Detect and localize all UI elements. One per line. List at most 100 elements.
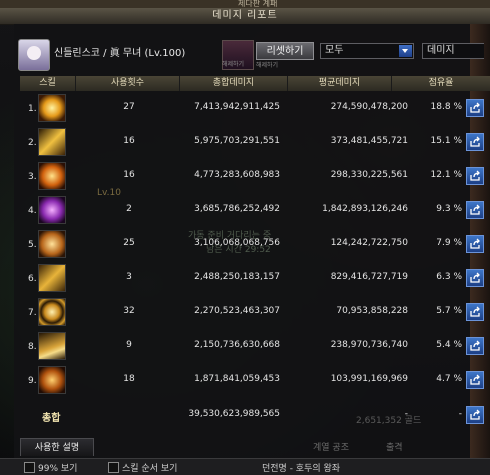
reset-button[interactable]: 리셋하기 <box>256 42 314 60</box>
background-button-2: 출격 <box>386 443 403 453</box>
emblem-left-label: 해제하기 <box>222 61 245 68</box>
row-share-button[interactable] <box>466 201 484 219</box>
total-share-button[interactable] <box>466 406 484 424</box>
row-total-damage: 2,488,250,183,157 <box>194 272 280 282</box>
row-total-damage: 5,975,703,291,551 <box>194 136 280 146</box>
table-row: 4. 2 3,685,786,252,492 1,842,893,126,246 9.3… <box>20 193 490 227</box>
row-share-button[interactable] <box>466 371 484 389</box>
share-icon <box>470 136 480 147</box>
row-rank: 9. <box>28 376 37 386</box>
character-avatar <box>18 39 50 71</box>
tab-description[interactable]: 사용한 설명 <box>20 438 94 456</box>
skill-blaze-icon <box>38 366 66 394</box>
type-dropdown-value: 데미지 <box>427 45 455 56</box>
row-total-damage: 1,871,841,059,453 <box>194 374 280 384</box>
table-row: 9. 18 1,871,841,059,453 103,991,169,969 4.7 … <box>20 363 490 397</box>
share-icon <box>470 272 480 283</box>
type-dropdown[interactable]: 데미지 <box>422 43 484 59</box>
column-total-damage: 총합데미지 <box>180 76 288 91</box>
skill-flame-spiral-icon <box>38 162 66 190</box>
row-rank: 1. <box>28 104 37 114</box>
view-99-checkbox[interactable] <box>24 462 35 473</box>
filter-dropdown[interactable]: 모두 <box>320 43 414 59</box>
row-use-count: 9 <box>126 340 132 350</box>
row-rank: 3. <box>28 172 37 182</box>
table-row: 8. 9 2,150,736,630,668 238,970,736,740 5.4 % <box>20 329 490 363</box>
row-use-count: 27 <box>123 102 135 112</box>
skill-vortex-icon <box>38 298 66 326</box>
row-share: 4.7 % <box>436 374 462 384</box>
row-use-count: 3 <box>126 272 132 282</box>
skill-amber-orb-icon <box>38 230 66 258</box>
report-header: 신들린스코 / 眞 무녀 (Lv.100) 해제하기 해제하기 리셋하기 모두 … <box>14 36 490 76</box>
table-row: 2. 16 5,975,703,291,551 373,481,455,721 15.1… <box>20 125 490 159</box>
row-average-damage: 103,991,169,969 <box>330 374 408 384</box>
skill-golden-beast-icon <box>38 264 66 292</box>
row-use-count: 18 <box>123 374 135 384</box>
row-use-count: 16 <box>123 136 135 146</box>
share-icon <box>470 204 480 215</box>
total-damage-value: 39,530,623,989,565 <box>188 409 280 419</box>
row-use-count: 16 <box>123 170 135 180</box>
column-share: 점유율 <box>392 76 490 91</box>
skill-golden-blade-icon <box>38 128 66 156</box>
row-use-count: 2 <box>126 204 132 214</box>
skill-violet-strike-icon <box>38 196 66 224</box>
filter-dropdown-value: 모두 <box>325 45 344 56</box>
row-average-damage: 70,953,858,228 <box>336 306 408 316</box>
bottom-bar: 99% 보기 스킬 순서 보기 던전명 - 호두의 왕좌 <box>0 458 490 475</box>
row-share-button[interactable] <box>466 133 484 151</box>
row-share: 9.3 % <box>436 204 462 214</box>
total-average-value: - <box>404 409 408 419</box>
column-skill: 스킬 <box>20 76 76 91</box>
row-share: 5.4 % <box>436 340 462 350</box>
row-share: 12.1 % <box>430 170 462 180</box>
row-total-damage: 2,150,736,630,668 <box>194 340 280 350</box>
share-icon <box>470 374 480 385</box>
row-average-damage: 1,842,893,126,246 <box>322 204 408 214</box>
share-icon <box>470 340 480 351</box>
row-share: 5.7 % <box>436 306 462 316</box>
total-row: 총합 39,530,623,989,565 - - <box>20 402 490 428</box>
row-share-button[interactable] <box>466 235 484 253</box>
window-title: 데미지 리포트 <box>0 8 490 25</box>
row-share: 7.9 % <box>436 238 462 248</box>
table-row: 5. 25 3,106,068,068,756 124,242,722,750 7.9 … <box>20 227 490 261</box>
row-use-count: 25 <box>123 238 135 248</box>
row-rank: 8. <box>28 342 37 352</box>
table-header: 스킬 사용횟수 총합데미지 평균데미지 점유율 <box>20 76 490 91</box>
row-rank: 2. <box>28 138 37 148</box>
row-rank: 5. <box>28 240 37 250</box>
row-average-damage: 298,330,225,561 <box>330 170 408 180</box>
row-total-damage: 4,773,283,608,983 <box>194 170 280 180</box>
emblem-right-label: 해제하기 <box>256 62 279 69</box>
share-icon <box>470 238 480 249</box>
row-share-button[interactable] <box>466 269 484 287</box>
share-icon <box>470 306 480 317</box>
chevron-down-icon[interactable] <box>399 45 412 57</box>
row-share-button[interactable] <box>466 337 484 355</box>
row-rank: 6. <box>28 274 37 284</box>
row-rank: 7. <box>28 308 37 318</box>
row-share-button[interactable] <box>466 303 484 321</box>
row-rank: 4. <box>28 206 37 216</box>
row-share-button[interactable] <box>466 167 484 185</box>
row-average-damage: 373,481,455,721 <box>330 136 408 146</box>
row-total-damage: 3,685,786,252,492 <box>194 204 280 214</box>
total-share-value: - <box>458 409 462 419</box>
table-row: 1. 27 7,413,942,911,425 274,590,478,200 18.8… <box>20 91 490 125</box>
skill-order-checkbox[interactable] <box>108 462 119 473</box>
share-icon <box>470 170 480 181</box>
skill-order-label: 스킬 순서 보기 <box>122 464 178 474</box>
top-strip: 제다판 계패 <box>0 0 490 8</box>
row-share: 6.3 % <box>436 272 462 282</box>
row-share: 15.1 % <box>430 136 462 146</box>
table-row: 3. 16 4,773,283,608,983 298,330,225,561 12.1… <box>20 159 490 193</box>
table-row: 7. 32 2,270,523,463,307 70,953,858,228 5.7 % <box>20 295 490 329</box>
row-share-button[interactable] <box>466 99 484 117</box>
skill-fire-wheel-icon <box>38 94 66 122</box>
view-99-label: 99% 보기 <box>38 464 78 474</box>
column-use-count: 사용횟수 <box>76 76 180 91</box>
share-icon <box>470 102 480 113</box>
column-average-damage: 평균데미지 <box>288 76 392 91</box>
